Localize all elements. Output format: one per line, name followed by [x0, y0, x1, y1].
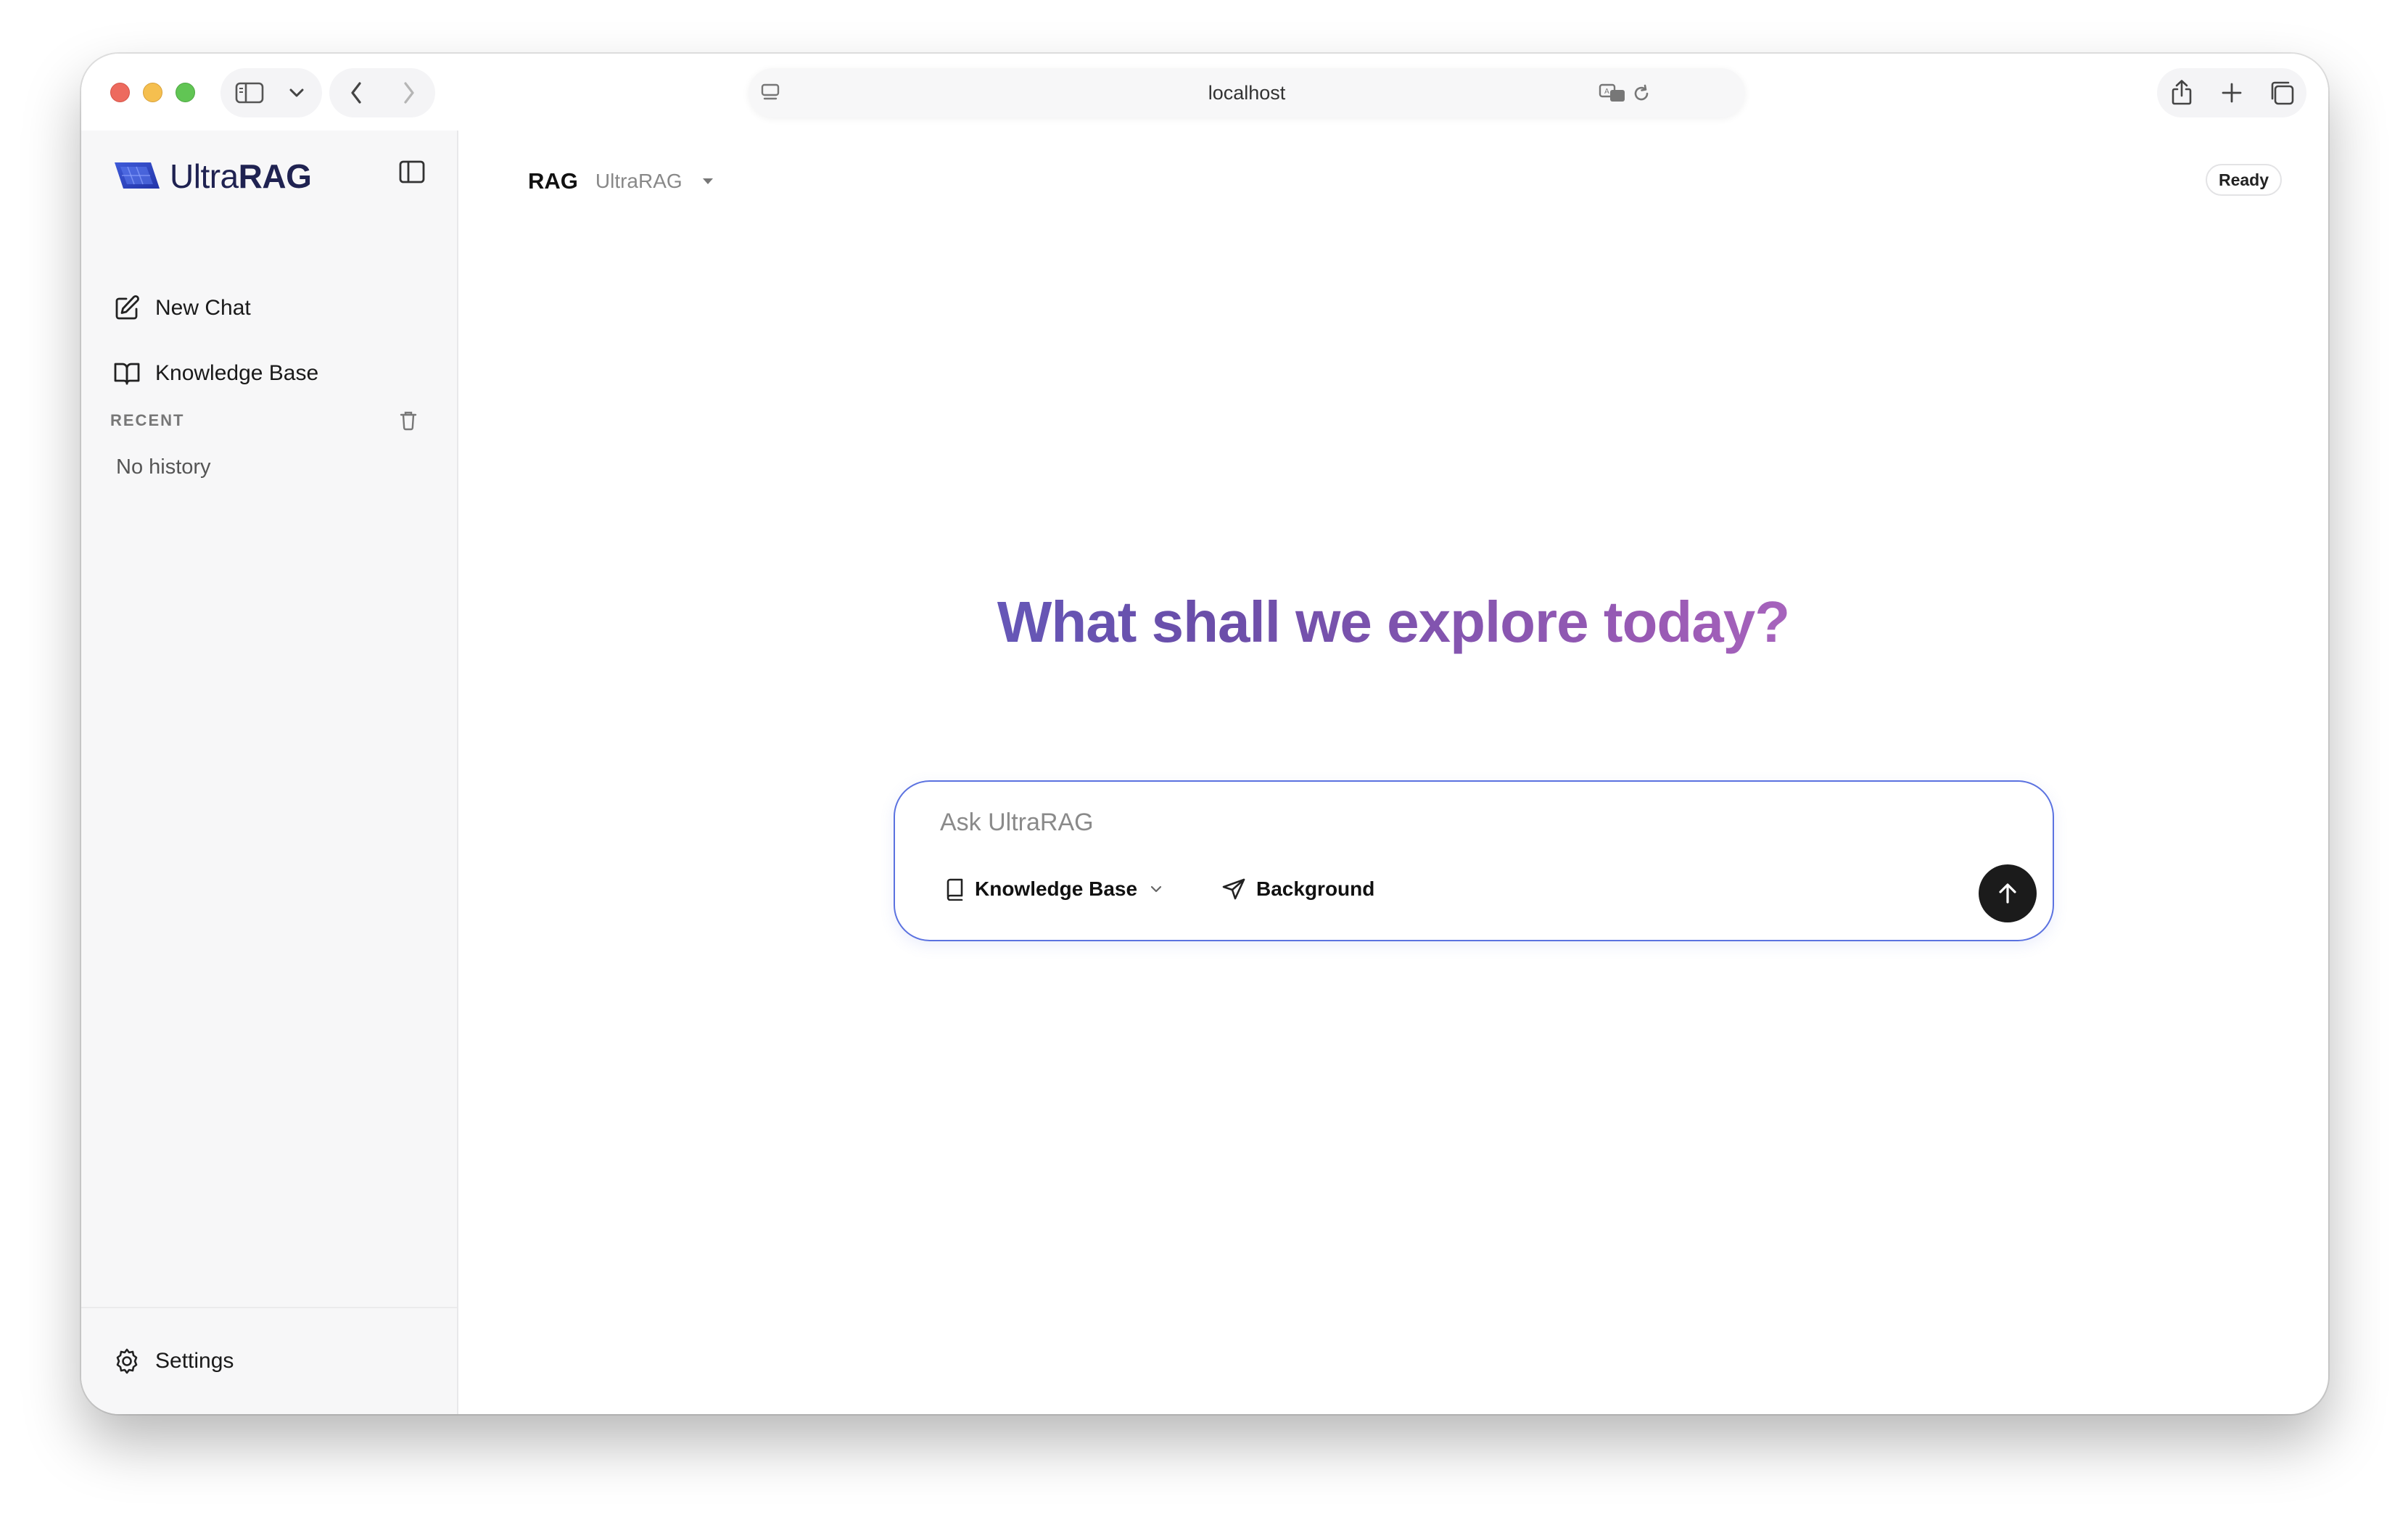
send-plane-icon	[1222, 878, 1245, 900]
sidebar-toggle-group	[220, 68, 322, 117]
ultrarag-logo-icon	[115, 162, 160, 189]
main-content: RAG UltraRAG Ready What shall we explore…	[458, 131, 2328, 1414]
app-name-suffix: RAG	[238, 157, 312, 195]
chat-composer: Knowledge Base Background	[894, 780, 2054, 941]
recent-label: RECENT	[110, 411, 185, 429]
svg-text:A: A	[1604, 88, 1609, 96]
screen: localhost A UltraRAG New Chat Knowledge …	[0, 0, 2408, 1520]
translate-icon[interactable]: A	[1599, 83, 1628, 104]
app-name-prefix: Ultra	[170, 157, 239, 195]
chevron-right-icon	[403, 82, 414, 104]
share-button[interactable]	[2160, 68, 2203, 117]
pipeline-selector[interactable]: RAG UltraRAG	[528, 168, 714, 194]
sidebar-collapse-icon	[399, 160, 425, 183]
book-icon	[114, 363, 140, 385]
book-icon	[947, 878, 963, 901]
app-name: UltraRAG	[170, 157, 312, 196]
knowledge-base-selector-label: Knowledge Base	[975, 877, 1138, 900]
settings-button[interactable]: Settings	[110, 1336, 429, 1387]
sidebar: UltraRAG New Chat Knowledge Base RECENT …	[81, 131, 458, 1414]
address-bar[interactable]: localhost A	[749, 68, 1745, 117]
welcome-headline: What shall we explore today?	[458, 589, 2328, 656]
background-button[interactable]: Background	[1216, 869, 1380, 909]
window-actions-group	[2157, 68, 2306, 117]
share-icon	[2172, 80, 2192, 105]
forward-button[interactable]	[382, 68, 435, 117]
trash-icon	[400, 411, 417, 431]
sidebar-footer: Settings	[81, 1307, 457, 1414]
new-tab-button[interactable]	[2210, 68, 2254, 117]
caret-down-icon	[702, 178, 713, 184]
mode-title: RAG	[528, 168, 578, 194]
recent-section-header: RECENT	[110, 410, 429, 431]
chat-input[interactable]	[940, 804, 1955, 841]
url-text: localhost	[1208, 82, 1286, 104]
settings-label: Settings	[155, 1349, 234, 1373]
tab-group-menu-button[interactable]	[279, 68, 315, 117]
sidebar-toggle-button[interactable]	[220, 68, 279, 117]
app-logo[interactable]: UltraRAG	[113, 157, 312, 196]
knowledge-base-selector[interactable]: Knowledge Base	[939, 869, 1168, 909]
close-window-button[interactable]	[110, 83, 130, 102]
minimize-window-button[interactable]	[143, 83, 162, 102]
edit-icon	[115, 295, 139, 320]
new-chat-label: New Chat	[155, 296, 251, 320]
back-button[interactable]	[329, 68, 382, 117]
reload-icon[interactable]	[1630, 83, 1652, 104]
browser-toolbar: localhost A	[81, 54, 2328, 131]
plus-icon	[2222, 83, 2242, 103]
sidebar-icon	[235, 82, 264, 104]
chevron-down-icon	[289, 88, 304, 97]
history-nav-group	[329, 68, 435, 117]
pipeline-name: UltraRAG	[595, 170, 683, 192]
collapse-sidebar-button[interactable]	[398, 160, 426, 184]
arrow-up-icon	[1999, 883, 2016, 904]
chevron-down-icon	[1150, 885, 1162, 893]
chevron-left-icon	[350, 82, 361, 104]
gear-icon	[116, 1348, 138, 1374]
zoom-window-button[interactable]	[176, 83, 195, 102]
tab-overview-button[interactable]	[2260, 68, 2304, 117]
new-chat-button[interactable]: New Chat	[110, 283, 429, 334]
browser-window: localhost A UltraRAG New Chat Knowledge …	[81, 54, 2328, 1414]
background-label: Background	[1256, 877, 1375, 900]
clear-history-button[interactable]	[399, 410, 418, 431]
knowledge-base-nav-label: Knowledge Base	[155, 361, 319, 385]
status-badge: Ready	[2205, 164, 2282, 196]
empty-history-text: No history	[116, 455, 211, 479]
send-button[interactable]	[1979, 864, 2037, 922]
knowledge-base-nav-item[interactable]: Knowledge Base	[110, 348, 429, 399]
tabs-icon	[2271, 81, 2293, 105]
